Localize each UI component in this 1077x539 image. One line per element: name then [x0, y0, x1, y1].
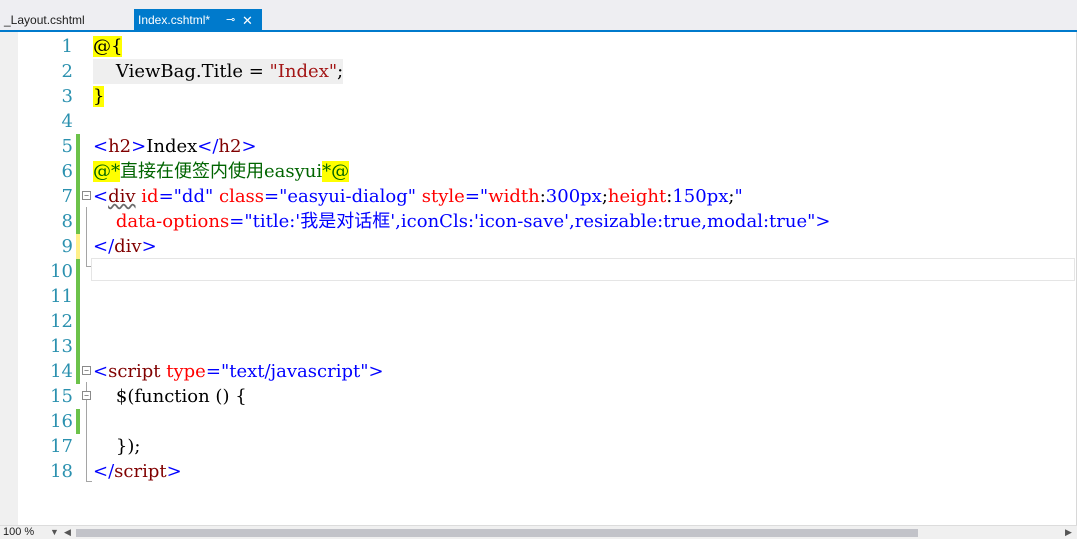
code-line: 14 − <script type="text/javascript">	[0, 359, 1077, 384]
code-line: 13	[0, 334, 1077, 359]
collapse-icon[interactable]: −	[82, 391, 91, 400]
code-line: 9 </div>	[0, 234, 1077, 259]
code-line: 8 data-options="title:'我是对话框',iconCls:'i…	[0, 209, 1077, 234]
change-marker-saved	[76, 134, 80, 159]
change-marker-saved	[76, 184, 80, 209]
editor-status-bar: 100 % ▼ ◀ ▶	[0, 525, 1077, 539]
change-marker-saved	[76, 284, 80, 309]
line-number: 6	[61, 161, 73, 182]
line-number: 13	[50, 336, 73, 357]
change-marker-saved	[76, 209, 80, 234]
line-number: 7	[61, 186, 73, 207]
change-marker-saved	[76, 159, 80, 184]
change-marker-saved	[76, 409, 80, 434]
horizontal-scroll-thumb[interactable]	[76, 529, 918, 537]
line-number: 10	[50, 261, 73, 282]
code-line: 7 − <div id="dd" class="easyui-dialog" s…	[0, 184, 1077, 209]
code-text: $(function () {	[93, 386, 247, 407]
code-line: 1 @{	[0, 34, 1077, 59]
line-number: 2	[61, 61, 73, 82]
tab-label: _Layout.cshtml	[4, 13, 85, 27]
code-text: @{	[93, 36, 123, 57]
change-marker-saved	[76, 309, 80, 334]
code-line: 18 </script>	[0, 459, 1077, 484]
code-text: </div>	[93, 236, 157, 257]
code-line: 17 });	[0, 434, 1077, 459]
line-number: 8	[61, 211, 73, 232]
change-marker-saved	[76, 259, 80, 284]
line-number: 5	[61, 136, 73, 157]
code-line: 3 }	[0, 84, 1077, 109]
code-line: 10	[0, 259, 1077, 284]
line-number: 3	[61, 86, 73, 107]
document-tab-strip: _Layout.cshtml Index.cshtml* ⊸ ✕	[0, 0, 1077, 32]
code-text: <div id="dd" class="easyui-dialog" style…	[93, 186, 743, 207]
code-text: }	[93, 86, 105, 107]
tab-label: Index.cshtml*	[138, 13, 211, 27]
chevron-down-icon[interactable]: ▼	[50, 526, 59, 539]
code-line: 6 @*直接在便签内使用easyui*@	[0, 159, 1077, 184]
code-line: 12	[0, 309, 1077, 334]
line-number: 15	[50, 386, 73, 407]
line-number: 18	[50, 461, 73, 482]
code-text: <script type="text/javascript">	[93, 361, 384, 382]
code-line: 4	[0, 109, 1077, 134]
collapse-icon[interactable]: −	[82, 366, 91, 375]
line-number: 11	[50, 286, 73, 307]
collapse-icon[interactable]: −	[82, 191, 91, 200]
line-number: 16	[50, 411, 73, 432]
code-text: <h2>Index</h2>	[93, 136, 257, 157]
zoom-level[interactable]: 100 %	[3, 526, 34, 539]
line-number: 12	[50, 311, 73, 332]
change-marker-saved	[76, 334, 80, 359]
change-marker-unsaved	[76, 234, 80, 259]
tab-layout-cshtml[interactable]: _Layout.cshtml	[0, 9, 134, 32]
change-marker-saved	[76, 359, 80, 384]
code-text: data-options="title:'我是对话框',iconCls:'ico…	[115, 211, 831, 232]
code-text: </script>	[93, 461, 182, 482]
code-line: 16	[0, 409, 1077, 434]
line-number: 4	[61, 111, 73, 132]
line-number: 17	[50, 436, 73, 457]
code-text: });	[93, 436, 141, 457]
horizontal-scrollbar[interactable]	[76, 529, 1061, 537]
code-line: 5 <h2>Index</h2>	[0, 134, 1077, 159]
scroll-right-icon[interactable]: ▶	[1065, 526, 1072, 539]
code-editor[interactable]: 1 @{ 2 ViewBag.Title = "Index"; 3 } 4 5 …	[0, 32, 1077, 525]
code-text: ViewBag.Title = "Index";	[93, 59, 344, 84]
code-line: 2 ViewBag.Title = "Index";	[0, 59, 1077, 84]
tab-index-cshtml[interactable]: Index.cshtml* ⊸ ✕	[134, 9, 262, 32]
line-number: 14	[50, 361, 73, 382]
code-text: @*直接在便签内使用easyui*@	[93, 161, 350, 182]
line-number: 1	[61, 36, 73, 57]
code-line: 15 − $(function () {	[0, 384, 1077, 409]
pin-icon[interactable]: ⊸	[226, 9, 235, 32]
line-number: 9	[61, 236, 73, 257]
close-icon[interactable]: ✕	[242, 9, 253, 32]
code-line: 11	[0, 284, 1077, 309]
scroll-left-icon[interactable]: ◀	[64, 526, 71, 539]
